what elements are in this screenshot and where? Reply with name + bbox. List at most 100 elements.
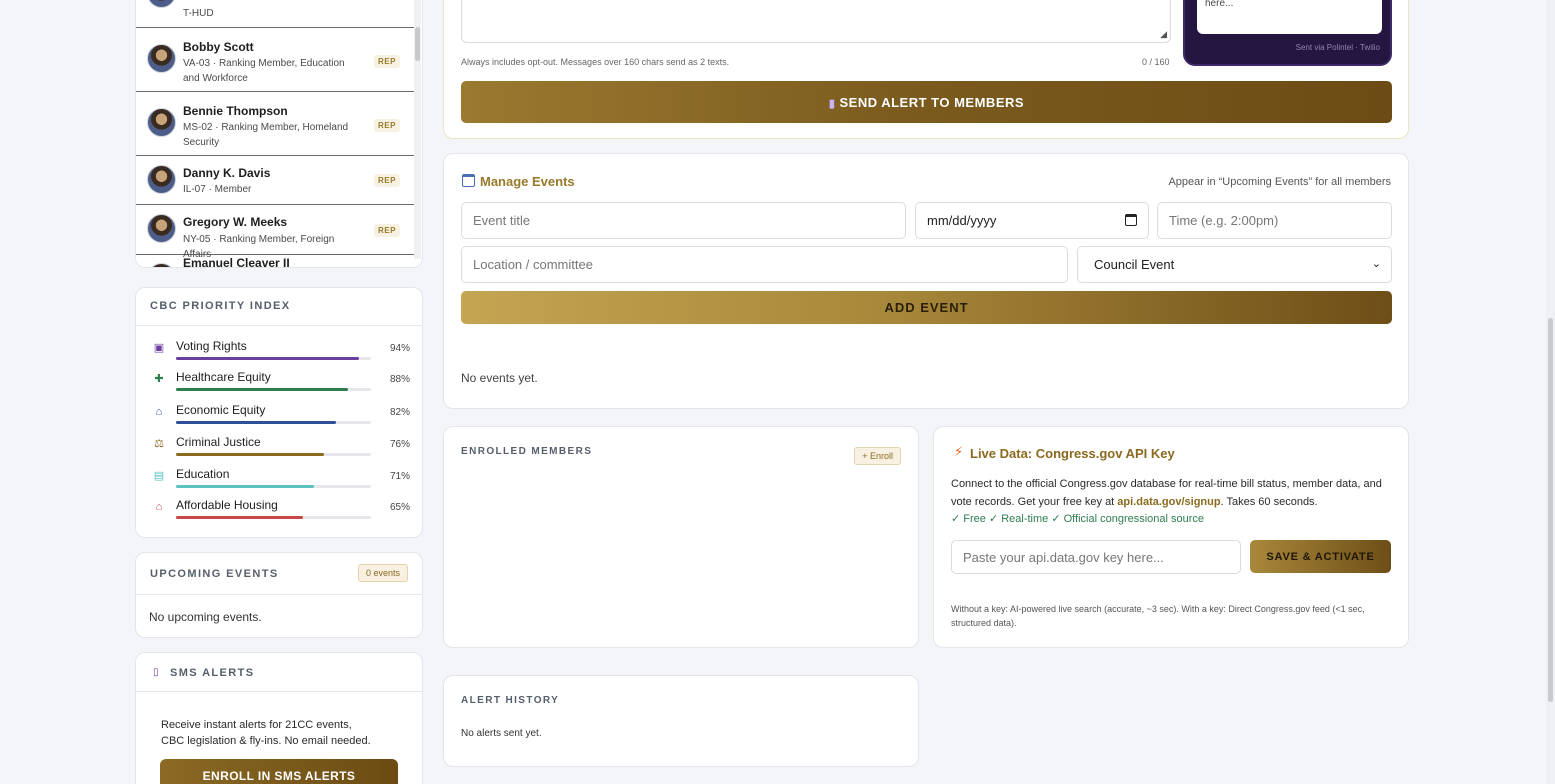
member-role: IL-07 · Member: [183, 184, 252, 195]
scales-icon: ⚖: [154, 438, 164, 450]
api-desc-end: . Takes 60 seconds.: [1220, 496, 1318, 508]
priority-label: Affordable Housing: [176, 498, 278, 512]
page-scrollbar[interactable]: [1546, 0, 1555, 784]
priority-label: Education: [176, 467, 230, 481]
member-name: Bennie Thompson: [183, 104, 288, 118]
priority-percent: 82%: [389, 407, 410, 418]
sms-preview-phone: here... Sent via Polintel · Twilio: [1183, 0, 1392, 66]
priority-label: Economic Equity: [176, 403, 266, 417]
member-avatar: [147, 165, 176, 194]
priority-bar-track: [176, 485, 371, 488]
add-event-button[interactable]: ADD EVENT: [461, 291, 1392, 324]
enroll-sms-button[interactable]: ENROLL IN SMS ALERTS: [160, 759, 398, 784]
enrolled-title: ENROLLED MEMBERS: [461, 446, 593, 457]
member-role: T-HUD: [183, 8, 214, 19]
priority-bar-fill: [176, 453, 325, 456]
priority-title: CBC PRIORITY INDEX: [150, 300, 291, 312]
event-title-input[interactable]: [461, 202, 906, 239]
calendar-picker-icon[interactable]: [1125, 214, 1137, 226]
member-row[interactable]: Gregory W. Meeks NY-05 · Ranking Member,…: [136, 205, 414, 260]
member-role: MS-02 · Ranking Member, Homeland Securit…: [183, 122, 349, 148]
members-scrollbar[interactable]: [414, 0, 421, 259]
priority-item: ▤ Education 71%: [136, 467, 422, 497]
api-title: Live Data: Congress.gov API Key: [970, 446, 1175, 461]
books-icon: ▤: [153, 470, 165, 482]
member-row[interactable]: Bennie Thompson MS-02 · Ranking Member, …: [136, 92, 414, 156]
priority-item: ✚ Healthcare Equity 88%: [136, 370, 422, 400]
page-scrollbar-thumb[interactable]: [1548, 318, 1553, 702]
event-location-input[interactable]: [461, 246, 1068, 283]
priority-percent: 76%: [389, 439, 410, 450]
preview-text: here...: [1205, 0, 1234, 9]
priority-label: Healthcare Equity: [176, 370, 271, 384]
alert-message-input[interactable]: ◢: [461, 0, 1171, 43]
priority-bar-fill: [176, 516, 303, 519]
priority-bar-track: [176, 388, 371, 391]
priority-bar-fill: [176, 357, 360, 360]
chevron-down-icon: ⌄: [1371, 258, 1381, 270]
date-placeholder: mm/dd/yyyy: [927, 213, 997, 228]
alert-history-card: ALERT HISTORY No alerts sent yet.: [443, 675, 919, 767]
party-badge: REP: [374, 119, 400, 132]
enroll-button[interactable]: + Enroll: [854, 447, 901, 465]
member-row[interactable]: Bobby Scott VA-03 · Ranking Member, Educ…: [136, 28, 414, 92]
priority-percent: 88%: [389, 374, 410, 385]
upcoming-title: UPCOMING EVENTS: [150, 568, 279, 580]
event-date-input[interactable]: mm/dd/yyyy: [915, 202, 1149, 239]
bank-icon: ⌂: [155, 406, 163, 418]
priority-label: Criminal Justice: [176, 435, 261, 449]
sms-preview-bubble: here...: [1197, 0, 1382, 34]
priority-percent: 94%: [389, 343, 410, 354]
char-counter: 0 / 160: [1142, 57, 1170, 67]
member-avatar: [147, 263, 176, 267]
send-alert-button[interactable]: ▮ SEND ALERT TO MEMBERS: [461, 81, 1392, 123]
send-alert-card: ◢ Always includes opt-out. Messages over…: [443, 0, 1409, 139]
priority-bar-fill: [176, 421, 336, 424]
upcoming-events-card: UPCOMING EVENTS 0 events No upcoming eve…: [135, 552, 423, 638]
events-empty: No events yet.: [461, 371, 538, 385]
lightning-icon: ⚡: [954, 444, 964, 459]
member-row[interactable]: T-HUD: [136, 0, 414, 28]
api-key-input[interactable]: [951, 540, 1241, 574]
party-badge: REP: [374, 55, 400, 68]
event-type-select[interactable]: Council Event ⌄: [1077, 246, 1392, 283]
phone-icon: ▯: [153, 667, 159, 678]
message-hint: Always includes opt-out. Messages over 1…: [461, 57, 730, 67]
priority-bar-track: [176, 453, 371, 456]
member-row[interactable]: Emanuel Cleaver II: [136, 255, 414, 267]
priority-item: ⌂ Economic Equity 82%: [136, 403, 422, 433]
member-avatar: [147, 214, 176, 243]
priority-bar-track: [176, 516, 371, 519]
api-benefits: ✓ Free ✓ Real-time ✓ Official congressio…: [951, 513, 1205, 525]
api-key-card: ⚡ Live Data: Congress.gov API Key Connec…: [933, 426, 1409, 648]
hospital-icon: ✚: [154, 373, 164, 385]
priority-percent: 71%: [389, 471, 410, 482]
divider: [136, 325, 422, 326]
member-row[interactable]: Danny K. Davis IL-07 · Member REP: [136, 156, 414, 205]
upcoming-empty: No upcoming events.: [149, 610, 262, 624]
party-badge: REP: [374, 224, 400, 237]
send-alert-label: SEND ALERT TO MEMBERS: [839, 94, 1025, 110]
scrollbar-thumb[interactable]: [415, 27, 420, 61]
phone-icon: ▮: [828, 97, 836, 110]
member-role: VA-03 · Ranking Member, Education and Wo…: [183, 58, 345, 84]
sms-alerts-card: ▯ SMS ALERTS Receive instant alerts for …: [135, 652, 423, 784]
event-time-input[interactable]: [1157, 202, 1392, 239]
preview-footer: Sent via Polintel · Twilio: [1295, 43, 1380, 52]
members-list-card: T-HUD Bobby Scott VA-03 · Ranking Member…: [135, 0, 423, 268]
events-title: Manage Events: [480, 174, 575, 189]
api-footnote: Without a key: AI-powered live search (a…: [951, 604, 1365, 628]
signup-link[interactable]: api.data.gov/signup: [1117, 496, 1220, 508]
priority-bar-track: [176, 421, 371, 424]
priority-item: ▣ Voting Rights 94%: [136, 339, 422, 369]
ballot-box-icon: ▣: [153, 342, 165, 354]
resize-handle-icon[interactable]: ◢: [1160, 29, 1167, 40]
priority-index-card: CBC PRIORITY INDEX ▣ Voting Rights 94% ✚ Hea…: [135, 287, 423, 538]
member-name: Danny K. Davis: [183, 166, 271, 180]
priority-item: ⚖ Criminal Justice 76%: [136, 435, 422, 465]
api-description: Connect to the official Congress.gov dat…: [951, 475, 1393, 511]
priority-bar-track: [176, 357, 371, 360]
calendar-icon: [462, 174, 475, 187]
save-activate-button[interactable]: SAVE & ACTIVATE: [1250, 540, 1391, 573]
sms-description: Receive instant alerts for 21CC events, …: [161, 719, 371, 747]
